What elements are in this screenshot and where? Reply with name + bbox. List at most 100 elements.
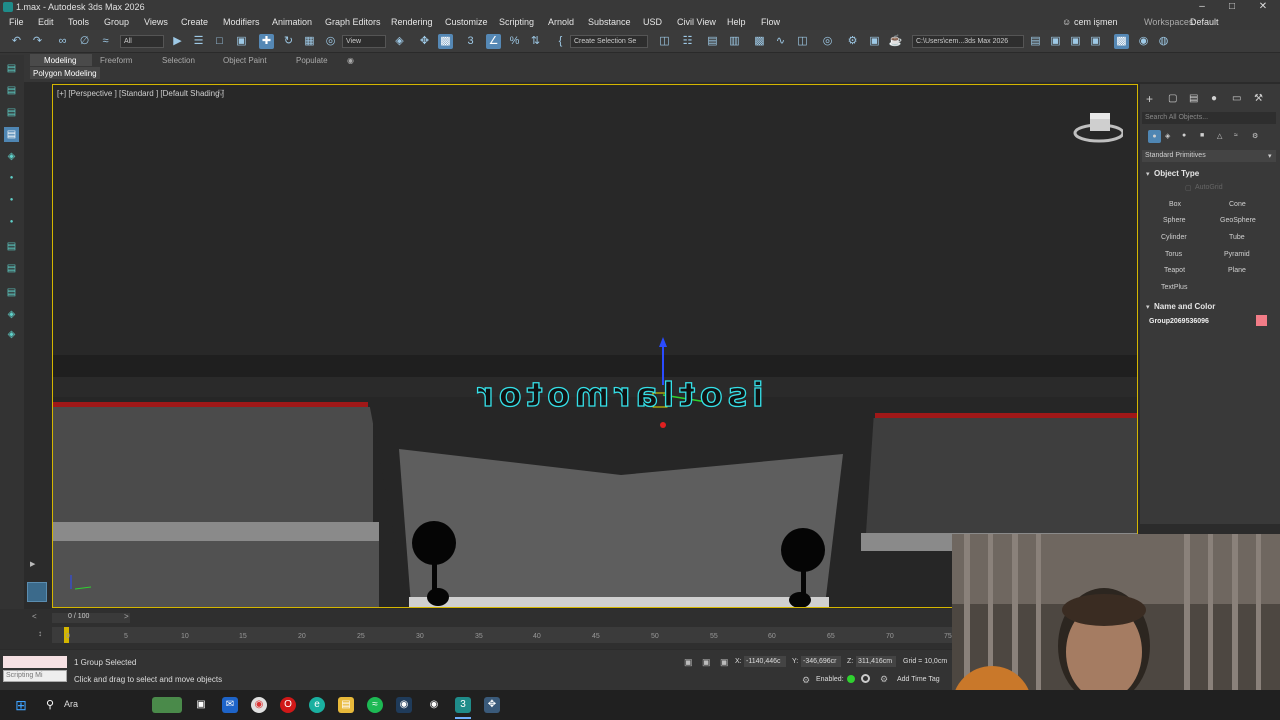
geosphere-button[interactable]: GeoSphere: [1220, 217, 1256, 224]
ribbon-tab-populate[interactable]: Populate: [296, 56, 328, 65]
reference-coordinate-dropdown[interactable]: View: [342, 35, 386, 48]
autogrid-checkbox[interactable]: ▢: [1185, 184, 1192, 192]
layout-tab-icon-2[interactable]: ▤: [4, 83, 19, 98]
taskbar-search-input[interactable]: Ara: [64, 699, 78, 709]
steam-icon[interactable]: ◉: [396, 697, 412, 713]
next-frame-icon[interactable]: >: [124, 612, 129, 621]
windows-start-icon[interactable]: ⊞: [13, 697, 29, 713]
prev-frame-icon[interactable]: <: [32, 612, 37, 621]
redo-icon[interactable]: ↷: [30, 34, 45, 49]
select-and-place-icon[interactable]: ◎: [323, 34, 338, 49]
layout-tab-icon-4[interactable]: ▤: [4, 127, 19, 142]
menu-modifiers[interactable]: Modifiers: [223, 17, 260, 27]
layout-tab-icon-9[interactable]: ▤: [4, 239, 19, 254]
maxscript-mini-listener[interactable]: Scripting Mi: [3, 670, 67, 682]
enabled-toggle[interactable]: [861, 674, 870, 683]
menu-substance[interactable]: Substance: [588, 17, 631, 27]
link-icon[interactable]: ∞: [55, 34, 70, 49]
mirror-icon[interactable]: ◫: [657, 34, 672, 49]
name-and-color-heading[interactable]: Name and Color: [1154, 302, 1215, 311]
edit-named-selection-icon[interactable]: {: [553, 34, 568, 49]
time-slider[interactable]: [52, 613, 130, 623]
rendered-frame-window-icon[interactable]: ▣: [867, 34, 882, 49]
layout-tab-icon-3[interactable]: ▤: [4, 105, 19, 120]
menu-graph-editors[interactable]: Graph Editors: [325, 17, 381, 27]
chevron-down-icon[interactable]: ▾: [1268, 152, 1272, 160]
select-and-rotate-icon[interactable]: ↻: [281, 34, 296, 49]
spotify-icon[interactable]: ≈: [367, 697, 383, 713]
track-bar-icon[interactable]: ↕: [38, 629, 42, 638]
teapot-button[interactable]: Teapot: [1164, 267, 1185, 274]
textplus-button[interactable]: TextPlus: [1161, 284, 1187, 291]
snaps-toggle-icon[interactable]: 3: [463, 34, 478, 49]
percent-snap-icon[interactable]: %: [507, 34, 522, 49]
autodesk-account-icon[interactable]: ◉: [1136, 34, 1151, 49]
layout-tab-icon-11[interactable]: ▤: [4, 285, 19, 300]
display-tab-icon[interactable]: ▭: [1232, 93, 1241, 104]
ribbon-tab-freeform[interactable]: Freeform: [100, 56, 132, 65]
ribbon-tab-selection[interactable]: Selection: [162, 56, 195, 65]
shapes-category-icon[interactable]: ◈: [1165, 132, 1170, 140]
menu-views[interactable]: Views: [144, 17, 168, 27]
viewport-label-menu[interactable]: [+] [Perspective ] [Standard ] [Default …: [57, 89, 224, 98]
viewport-filter-icon[interactable]: ▽: [218, 88, 224, 97]
ribbon-tab-object-paint[interactable]: Object Paint: [223, 56, 267, 65]
select-by-name-icon[interactable]: ☰: [191, 34, 206, 49]
menu-usd[interactable]: USD: [643, 17, 662, 27]
menu-civil-view[interactable]: Civil View: [677, 17, 716, 27]
toggle-layer-explorer-icon[interactable]: ▥: [727, 34, 742, 49]
motion-tab-icon[interactable]: ●: [1211, 93, 1217, 104]
menu-scripting[interactable]: Scripting: [499, 17, 534, 27]
rollout-collapse-icon-2[interactable]: ▾: [1146, 303, 1150, 311]
object-name-field[interactable]: Group2069536096: [1149, 318, 1209, 325]
layout-tab-icon-6[interactable]: ●: [4, 171, 19, 186]
hierarchy-tab-icon[interactable]: ▤: [1189, 93, 1198, 104]
toggle-scene-explorer-icon[interactable]: ▤: [705, 34, 720, 49]
menu-customize[interactable]: Customize: [445, 17, 488, 27]
lights-category-icon[interactable]: ●: [1182, 132, 1186, 139]
curve-editor-icon[interactable]: ∿: [773, 34, 788, 49]
layout-tab-icon-8[interactable]: ●: [4, 215, 19, 230]
viewport-preview-icon[interactable]: [27, 582, 47, 602]
layout-tab-icon-12[interactable]: ◈: [4, 307, 19, 322]
undo-icon[interactable]: ↶: [9, 34, 24, 49]
isolate-selection-icon[interactable]: ▣: [684, 657, 693, 668]
bind-space-warp-icon[interactable]: ≈: [98, 34, 113, 49]
tube-button[interactable]: Tube: [1229, 234, 1245, 241]
layout-icon-2[interactable]: ▣: [1068, 34, 1083, 49]
menu-animation[interactable]: Animation: [272, 17, 312, 27]
search-icon[interactable]: ⚲: [42, 697, 58, 713]
layout-icon-4[interactable]: ▩: [1114, 34, 1129, 49]
rectangular-selection-icon[interactable]: □: [212, 34, 227, 49]
3ds-max-icon[interactable]: 3: [455, 697, 471, 713]
pyramid-button[interactable]: Pyramid: [1224, 251, 1250, 258]
viewcube-icon[interactable]: [1073, 105, 1125, 145]
lock-selection-icon[interactable]: ▣: [702, 657, 711, 668]
layout-tab-icon-7[interactable]: ●: [4, 193, 19, 208]
project-path-dropdown[interactable]: C:\Users\cem...3ds Max 2026: [912, 35, 1024, 48]
cameras-category-icon[interactable]: ■: [1200, 132, 1204, 139]
z-coordinate-field[interactable]: 311,416cm: [856, 656, 896, 667]
ribbon-options-icon[interactable]: ◉: [347, 56, 354, 65]
toggle-ribbon-icon[interactable]: ▩: [752, 34, 767, 49]
select-object-icon[interactable]: ▶: [170, 34, 185, 49]
window-crossing-icon[interactable]: ▣: [234, 34, 249, 49]
menu-file[interactable]: File: [9, 17, 24, 27]
cylinder-button[interactable]: Cylinder: [1161, 234, 1187, 241]
maxscript-listener-input[interactable]: [3, 656, 67, 668]
select-and-move-icon[interactable]: ✚: [259, 34, 274, 49]
angle-snap-icon[interactable]: ∠: [486, 34, 501, 49]
ribbon-subtitle[interactable]: Polygon Modeling: [33, 69, 97, 78]
minimize-button[interactable]: –: [1188, 1, 1216, 14]
cone-button[interactable]: Cone: [1229, 201, 1246, 208]
material-editor-icon[interactable]: ◎: [820, 34, 835, 49]
task-view-icon[interactable]: ▣: [193, 697, 209, 713]
project-folder-icon[interactable]: ▤: [1028, 34, 1043, 49]
menu-arnold[interactable]: Arnold: [548, 17, 574, 27]
modify-tab-icon[interactable]: ▢: [1168, 93, 1177, 104]
spacewarps-category-icon[interactable]: ≈: [1234, 132, 1238, 139]
chrome-icon[interactable]: ◉: [251, 697, 267, 713]
y-coordinate-field[interactable]: -346,696cr: [801, 656, 841, 667]
file-explorer-icon[interactable]: ▤: [338, 697, 354, 713]
manipulate-icon[interactable]: ✥: [417, 34, 432, 49]
